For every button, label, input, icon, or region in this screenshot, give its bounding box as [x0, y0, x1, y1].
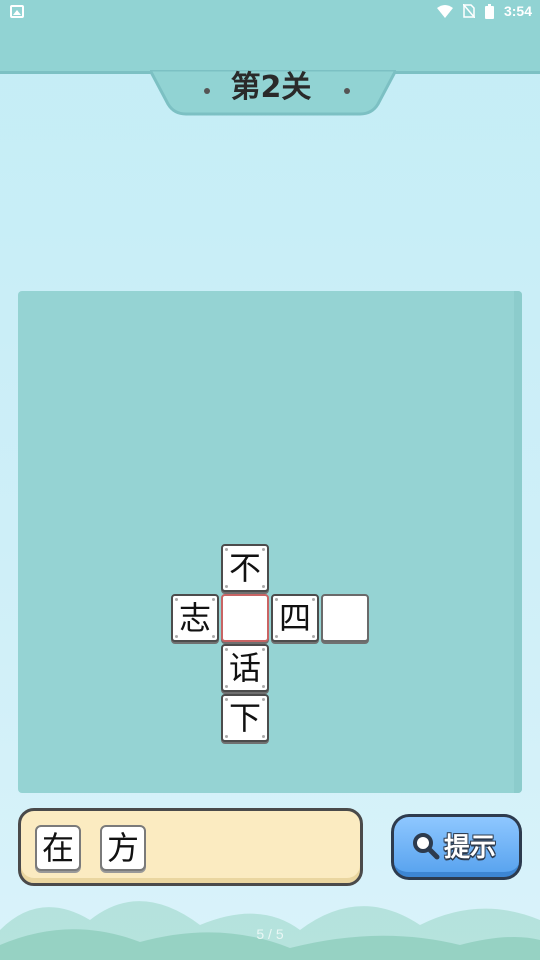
- answer-tray: 在 方: [18, 808, 363, 886]
- tile-char: 话: [228, 649, 261, 687]
- puzzle-tile-zhi[interactable]: 志: [171, 594, 219, 642]
- puzzle-tile-selected-empty[interactable]: [221, 594, 269, 642]
- clock: 3:54: [503, 3, 532, 19]
- puzzle-tile-xia[interactable]: 下: [221, 694, 269, 742]
- tile-char: 志: [178, 599, 211, 637]
- hint-label: 提示: [444, 833, 497, 863]
- tile-char: 下: [228, 699, 261, 737]
- search-icon: [413, 833, 440, 860]
- level-title: 第2关: [230, 70, 312, 105]
- puzzle-tile-si[interactable]: 四: [271, 594, 319, 642]
- puzzle-tile-bu[interactable]: 不: [221, 544, 269, 592]
- hint-button-face: 提示: [394, 817, 519, 877]
- tile-char: 四: [278, 599, 311, 637]
- battery-icon: [484, 3, 494, 19]
- puzzle-board: [18, 291, 522, 793]
- puzzle-tile-empty[interactable]: [321, 594, 369, 642]
- tile-char: 不: [228, 549, 261, 587]
- candidate-char: 方: [106, 829, 139, 867]
- candidate-tile-fang[interactable]: 方: [100, 825, 146, 871]
- status-bar: 3:54: [0, 0, 540, 24]
- no-sim-icon: [462, 4, 475, 18]
- hint-button[interactable]: 提示: [391, 814, 522, 880]
- photo-icon: [10, 5, 24, 18]
- page-indicator: 5 / 5: [256, 926, 284, 942]
- wifi-icon: [436, 4, 453, 18]
- candidate-char: 在: [41, 829, 74, 867]
- board-shade: [514, 291, 522, 793]
- candidate-tile-zai[interactable]: 在: [35, 825, 81, 871]
- puzzle-tile-hua[interactable]: 话: [221, 644, 269, 692]
